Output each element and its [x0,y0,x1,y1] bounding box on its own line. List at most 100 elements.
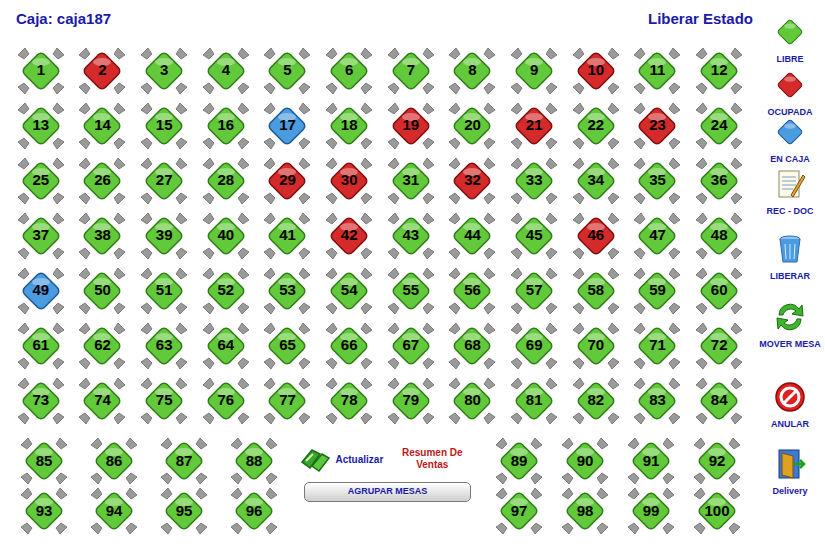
table-button[interactable]: 56 [446,265,498,317]
table-button[interactable]: 70 [570,320,622,372]
table-button[interactable]: 23 [631,100,683,152]
table-button[interactable]: 22 [570,100,622,152]
table-button[interactable]: 55 [385,265,437,317]
table-button[interactable]: 40 [200,210,252,262]
table-button[interactable]: 41 [261,210,313,262]
table-button[interactable]: 42 [323,210,375,262]
sidebar-item[interactable]: OCUPADA [757,68,823,115]
table-button[interactable]: 69 [508,320,560,372]
table-button[interactable]: 65 [261,320,313,372]
table-button[interactable]: 61 [15,320,67,372]
table-button[interactable]: 64 [200,320,252,372]
table-button[interactable]: 86 [88,435,140,487]
table-button[interactable]: 36 [693,155,745,207]
sidebar-item[interactable]: EN CAJA [757,115,823,167]
table-button[interactable]: 8 [446,45,498,97]
table-button[interactable]: 52 [200,265,252,317]
table-button[interactable]: 54 [323,265,375,317]
actualizar-button[interactable]: Actualizar [298,444,384,474]
table-button[interactable]: 62 [76,320,128,372]
table-button[interactable]: 31 [385,155,437,207]
sidebar-item[interactable]: REC - DOC [757,167,823,232]
table-button[interactable]: 13 [15,100,67,152]
table-button[interactable]: 10 [570,45,622,97]
table-button[interactable]: 50 [76,265,128,317]
table-button[interactable]: 2 [76,45,128,97]
table-button[interactable]: 35 [631,155,683,207]
sidebar-item[interactable]: LIBRE [757,15,823,68]
table-button[interactable]: 29 [261,155,313,207]
sidebar-item[interactable]: Delivery [757,447,823,532]
table-button[interactable]: 39 [138,210,190,262]
table-button[interactable]: 99 [625,485,677,537]
table-button[interactable]: 66 [323,320,375,372]
table-button[interactable]: 28 [200,155,252,207]
table-button[interactable]: 14 [76,100,128,152]
table-button[interactable]: 89 [493,435,545,487]
table-button[interactable]: 30 [323,155,375,207]
table-button[interactable]: 47 [631,210,683,262]
table-button[interactable]: 1 [15,45,67,97]
table-button[interactable]: 51 [138,265,190,317]
table-button[interactable]: 81 [508,375,560,427]
table-button[interactable]: 90 [559,435,611,487]
table-button[interactable]: 5 [261,45,313,97]
table-button[interactable]: 84 [693,375,745,427]
table-button[interactable]: 12 [693,45,745,97]
table-button[interactable]: 7 [385,45,437,97]
table-button[interactable]: 15 [138,100,190,152]
table-button[interactable]: 6 [323,45,375,97]
table-button[interactable]: 80 [446,375,498,427]
table-button[interactable]: 19 [385,100,437,152]
liberar-estado-link[interactable]: Liberar Estado [648,10,753,28]
table-button[interactable]: 16 [200,100,252,152]
table-button[interactable]: 46 [570,210,622,262]
table-button[interactable]: 45 [508,210,560,262]
table-button[interactable]: 78 [323,375,375,427]
table-button[interactable]: 9 [508,45,560,97]
table-button[interactable]: 53 [261,265,313,317]
table-button[interactable]: 57 [508,265,560,317]
table-button[interactable]: 24 [693,100,745,152]
table-button[interactable]: 18 [323,100,375,152]
sidebar-item[interactable]: MOVER MESA [757,300,823,380]
sidebar-item[interactable]: ANULAR [757,380,823,447]
table-button[interactable]: 38 [76,210,128,262]
table-button[interactable]: 75 [138,375,190,427]
table-button[interactable]: 33 [508,155,560,207]
table-button[interactable]: 27 [138,155,190,207]
table-button[interactable]: 94 [88,485,140,537]
table-button[interactable]: 92 [691,435,743,487]
table-button[interactable]: 26 [76,155,128,207]
agrupar-mesas-button[interactable]: AGRUPAR MESAS [304,482,471,502]
table-button[interactable]: 49 [15,265,67,317]
table-button[interactable]: 93 [18,485,70,537]
table-button[interactable]: 85 [18,435,70,487]
table-button[interactable]: 77 [261,375,313,427]
table-button[interactable]: 59 [631,265,683,317]
table-button[interactable]: 83 [631,375,683,427]
table-button[interactable]: 87 [158,435,210,487]
table-button[interactable]: 37 [15,210,67,262]
table-button[interactable]: 79 [385,375,437,427]
table-button[interactable]: 63 [138,320,190,372]
table-button[interactable]: 25 [15,155,67,207]
table-button[interactable]: 34 [570,155,622,207]
table-button[interactable]: 73 [15,375,67,427]
table-button[interactable]: 88 [228,435,280,487]
table-button[interactable]: 95 [158,485,210,537]
table-button[interactable]: 68 [446,320,498,372]
table-button[interactable]: 97 [493,485,545,537]
table-button[interactable]: 21 [508,100,560,152]
table-button[interactable]: 11 [631,45,683,97]
table-button[interactable]: 100 [691,485,743,537]
table-button[interactable]: 98 [559,485,611,537]
table-button[interactable]: 48 [693,210,745,262]
resumen-ventas-button[interactable]: Resumen De Ventas [401,447,463,471]
table-button[interactable]: 4 [200,45,252,97]
table-button[interactable]: 60 [693,265,745,317]
table-button[interactable]: 20 [446,100,498,152]
table-button[interactable]: 67 [385,320,437,372]
table-button[interactable]: 43 [385,210,437,262]
table-button[interactable]: 58 [570,265,622,317]
